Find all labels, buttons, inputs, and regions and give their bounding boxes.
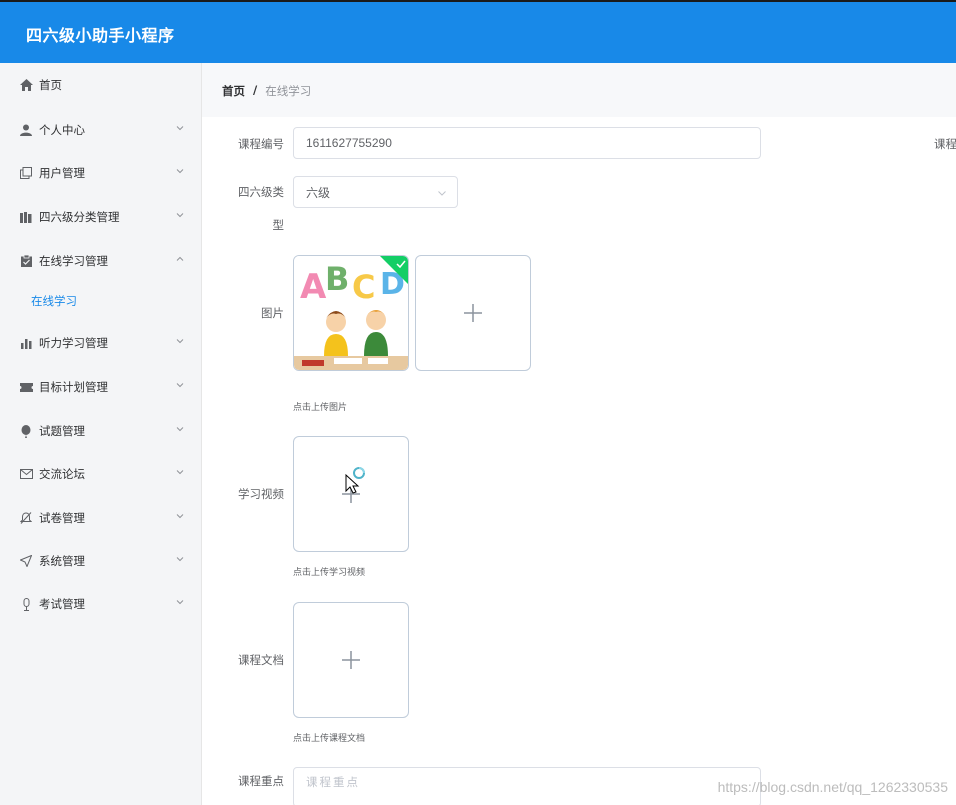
sidebar-item-label: 目标计划管理 (39, 380, 108, 394)
chevron-up-icon (176, 256, 184, 261)
key-points-placeholder: 课程重点 (306, 775, 360, 789)
sidebar-item-label: 个人中心 (39, 123, 85, 137)
chevron-down-icon (176, 427, 184, 432)
document-label: 课程文档 (238, 653, 284, 667)
sidebar-item-label: 考试管理 (39, 597, 85, 611)
sidebar-item-system-management[interactable]: 系统管理 (0, 541, 201, 581)
breadcrumb-separator: / (253, 83, 258, 97)
sidebar-item-listening-management[interactable]: 听力学习管理 (0, 323, 201, 363)
clipboard-icon (19, 254, 33, 268)
upload-picture-button[interactable] (415, 255, 531, 371)
chevron-down-icon (176, 126, 184, 131)
svg-text:C: C (352, 268, 375, 306)
chevron-down-icon (438, 191, 446, 196)
chevron-down-icon (176, 557, 184, 562)
copy-icon (19, 166, 33, 180)
home-icon (19, 78, 33, 92)
video-label: 学习视频 (238, 487, 284, 501)
sidebar-subitem-label: 在线学习 (31, 294, 77, 308)
chevron-down-icon (176, 600, 184, 605)
sidebar: 首页 个人中心 用户管理 四六级分类管理 在线学习管理 在线学习 听力学习管理 … (0, 63, 202, 805)
picture-label: 图片 (261, 306, 284, 320)
sidebar-item-label: 试卷管理 (39, 511, 85, 525)
bell-off-icon (19, 511, 33, 525)
sidebar-item-label: 用户管理 (39, 166, 85, 180)
app-title: 四六级小助手小程序 (26, 26, 175, 45)
sidebar-subitem-online-learning[interactable]: 在线学习 (0, 284, 201, 318)
chevron-down-icon (176, 339, 184, 344)
sidebar-item-label: 四六级分类管理 (39, 210, 120, 224)
sidebar-item-label: 在线学习管理 (39, 254, 108, 268)
upload-document-button[interactable] (293, 602, 409, 718)
balloon-icon (19, 424, 33, 438)
sidebar-item-exam-paper-management[interactable]: 试卷管理 (0, 498, 201, 538)
top-header: 四六级小助手小程序 (0, 0, 956, 63)
chevron-down-icon (176, 470, 184, 475)
key-points-textarea[interactable]: 课程重点 (293, 767, 761, 805)
chevron-down-icon (176, 514, 184, 519)
upload-document-tip: 点击上传课程文档 (293, 734, 366, 744)
send-icon (19, 554, 33, 568)
sidebar-item-label: 系统管理 (39, 554, 85, 568)
plus-icon (464, 304, 482, 322)
breadcrumb: 首页 / 在线学习 (222, 83, 311, 99)
mouse-cursor-icon (345, 467, 365, 494)
sidebar-item-label: 首页 (39, 78, 62, 92)
books-icon (19, 210, 33, 224)
sidebar-item-user-management[interactable]: 用户管理 (0, 153, 201, 193)
uploaded-picture-thumbnail[interactable]: A B C D (293, 255, 409, 371)
plus-icon (342, 651, 360, 669)
sidebar-item-personal-center[interactable]: 个人中心 (0, 110, 201, 150)
level-type-label-line2: 型 (272, 218, 285, 232)
key-points-label: 课程重点 (238, 774, 284, 788)
sidebar-item-exam-management[interactable]: 考试管理 (0, 584, 201, 624)
upload-video-tip: 点击上传学习视频 (293, 568, 366, 578)
sidebar-item-forum[interactable]: 交流论坛 (0, 454, 201, 494)
level-type-label-line1: 四六级类 (238, 185, 284, 199)
mail-icon (19, 467, 33, 481)
chevron-down-icon (176, 383, 184, 388)
upload-video-button[interactable] (293, 436, 409, 552)
course-no-label: 课程编号 (238, 137, 284, 151)
bar-chart-icon (19, 336, 33, 350)
main-content: 首页 / 在线学习 课程编号 1611627755290 课程 四六级类 型 六… (202, 63, 956, 805)
ticket-icon (19, 380, 33, 394)
breadcrumb-current: 在线学习 (265, 84, 312, 98)
svg-text:B: B (325, 260, 349, 298)
chevron-down-icon (176, 213, 184, 218)
course-no-input[interactable]: 1611627755290 (293, 127, 761, 159)
level-type-select[interactable]: 六级 (293, 176, 458, 208)
upload-picture-tip: 点击上传图片 (293, 403, 348, 413)
sidebar-item-label: 试题管理 (39, 424, 85, 438)
abc-kids-image: A B C D (294, 256, 408, 370)
mic-icon (19, 597, 33, 611)
sidebar-item-home[interactable]: 首页 (0, 65, 201, 105)
sidebar-item-category-management[interactable]: 四六级分类管理 (0, 197, 201, 237)
breadcrumb-home[interactable]: 首页 (222, 83, 245, 99)
sidebar-item-goal-plan-management[interactable]: 目标计划管理 (0, 367, 201, 407)
sidebar-item-question-management[interactable]: 试题管理 (0, 411, 201, 451)
watermark: https://blog.csdn.net/qq_1262330535 (717, 779, 948, 795)
chevron-down-icon (176, 169, 184, 174)
sidebar-item-online-learning-management[interactable]: 在线学习管理 (0, 241, 201, 281)
level-type-value: 六级 (306, 185, 331, 200)
user-icon (19, 123, 33, 137)
sidebar-item-label: 听力学习管理 (39, 336, 108, 350)
course-name-label: 课程 (934, 137, 956, 151)
sidebar-item-label: 交流论坛 (39, 467, 85, 481)
breadcrumb-bar: 首页 / 在线学习 (202, 63, 956, 117)
svg-text:A: A (300, 267, 327, 307)
